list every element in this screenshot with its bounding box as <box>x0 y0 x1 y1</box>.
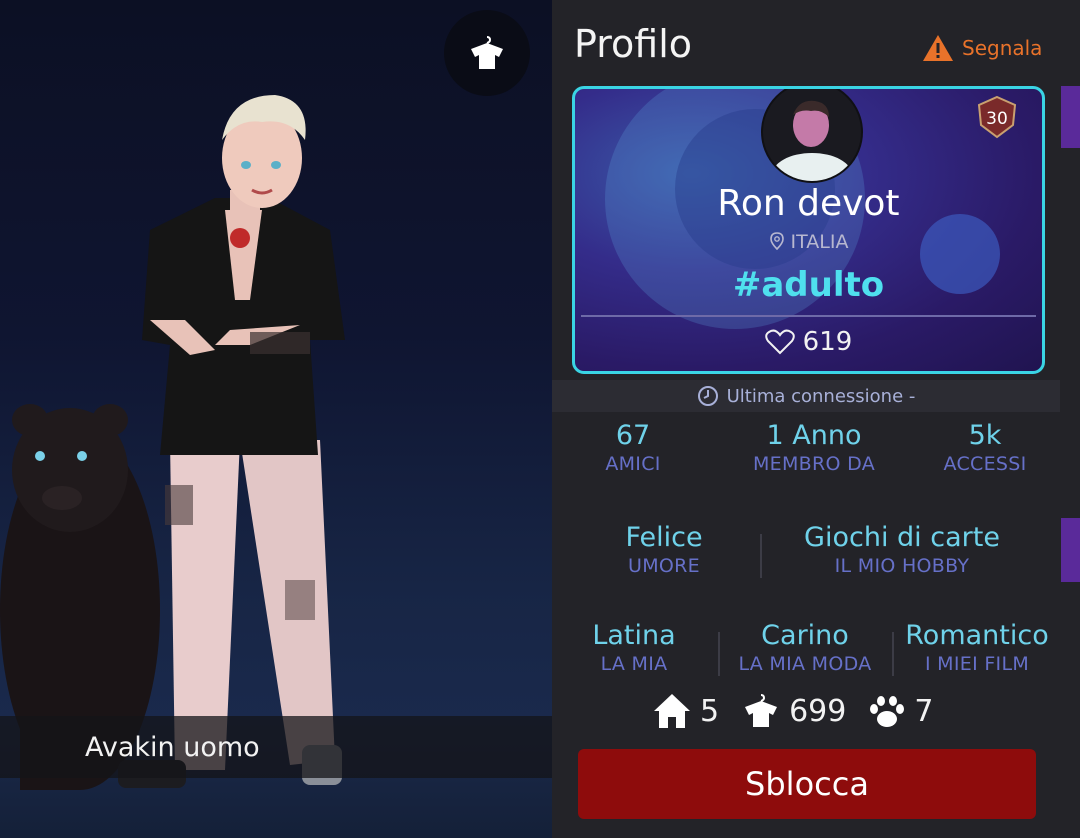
stat-friends[interactable]: 67 AMICI <box>572 420 694 475</box>
scene-caption: Avakin uomo <box>85 732 260 763</box>
caption-bar <box>0 716 552 778</box>
stat-label: AMICI <box>605 453 661 475</box>
likes-count: 619 <box>802 327 853 357</box>
trait-label: IL MIO HOBBY <box>834 555 970 577</box>
profile-country: ITALIA <box>575 231 1042 253</box>
last-connection-label: Ultima connessione - <box>726 385 916 407</box>
avatar-illustration <box>0 95 345 790</box>
trait-value: Romantico <box>905 620 1049 651</box>
trait-value: Carino <box>761 620 849 651</box>
pets-counter[interactable]: 7 <box>868 693 933 729</box>
report-label: Segnala <box>962 36 1043 60</box>
avatar-scene: Avakin uomo <box>0 0 552 838</box>
report-button[interactable]: Segnala <box>922 34 1042 62</box>
homes-counter[interactable]: 5 <box>652 692 719 730</box>
shirt-hanger-icon <box>745 694 778 727</box>
paw-icon <box>870 696 905 727</box>
divider <box>892 632 894 676</box>
trait-fashion: Carino LA MIA MODA <box>724 620 886 675</box>
location-pin-icon <box>769 232 784 251</box>
trait-hobby: Giochi di carte IL MIO HOBBY <box>782 522 1022 577</box>
pets-count: 7 <box>914 693 934 729</box>
stat-member-since: 1 Anno MEMBRO DA <box>734 420 894 475</box>
profile-name: Ron devot <box>717 183 900 224</box>
warning-icon <box>923 35 953 61</box>
trait-mine: Latina LA MIA <box>574 620 694 675</box>
trait-value: Felice <box>625 522 703 553</box>
trait-value: Giochi di carte <box>804 522 1000 553</box>
stat-label: ACCESSI <box>943 453 1027 475</box>
last-connection: Ultima connessione - <box>552 380 1060 412</box>
trait-label: I MIEI FILM <box>924 653 1030 675</box>
shirt-hanger-icon <box>471 36 503 69</box>
scroll-indicator-top <box>1061 86 1080 148</box>
trait-mood: Felice UMORE <box>592 522 736 577</box>
divider <box>760 534 762 578</box>
likes-button[interactable]: 619 <box>575 327 1042 357</box>
inventory-counters: 5 699 7 <box>652 692 955 730</box>
unlock-button[interactable]: Sblocca <box>578 749 1036 819</box>
trait-value: Latina <box>592 620 676 651</box>
trait-label: LA MIA MODA <box>738 653 872 675</box>
stat-visits: 5k ACCESSI <box>924 420 1046 475</box>
profile-panel: Profilo Segnala 30 Ron devot ITALIA #adu… <box>552 0 1080 838</box>
trait-films: Romantico I MIEI FILM <box>896 620 1058 675</box>
homes-count: 5 <box>700 693 720 729</box>
outfits-counter[interactable]: 699 <box>741 693 846 729</box>
divider <box>718 632 720 676</box>
trait-label: LA MIA <box>600 653 668 675</box>
page-title: Profilo <box>574 22 693 66</box>
trait-label: UMORE <box>628 555 700 577</box>
card-divider <box>581 315 1036 317</box>
stat-value: 1 Anno <box>766 420 862 451</box>
profile-card: 30 Ron devot ITALIA #adulto 619 <box>572 86 1045 374</box>
heart-icon <box>764 329 795 355</box>
clock-icon <box>697 386 718 406</box>
outfits-count: 699 <box>789 693 847 729</box>
profile-hashtag: #adulto <box>732 265 885 305</box>
level-value: 30 <box>986 109 1008 129</box>
house-icon <box>654 694 690 728</box>
level-badge: 30 <box>977 95 1017 139</box>
country-label: ITALIA <box>790 231 849 253</box>
stat-label: MEMBRO DA <box>752 453 876 475</box>
stat-value: 5k <box>968 420 1002 451</box>
stat-value: 67 <box>615 420 651 451</box>
wardrobe-button[interactable] <box>444 10 530 96</box>
scroll-indicator-bottom <box>1061 518 1080 582</box>
